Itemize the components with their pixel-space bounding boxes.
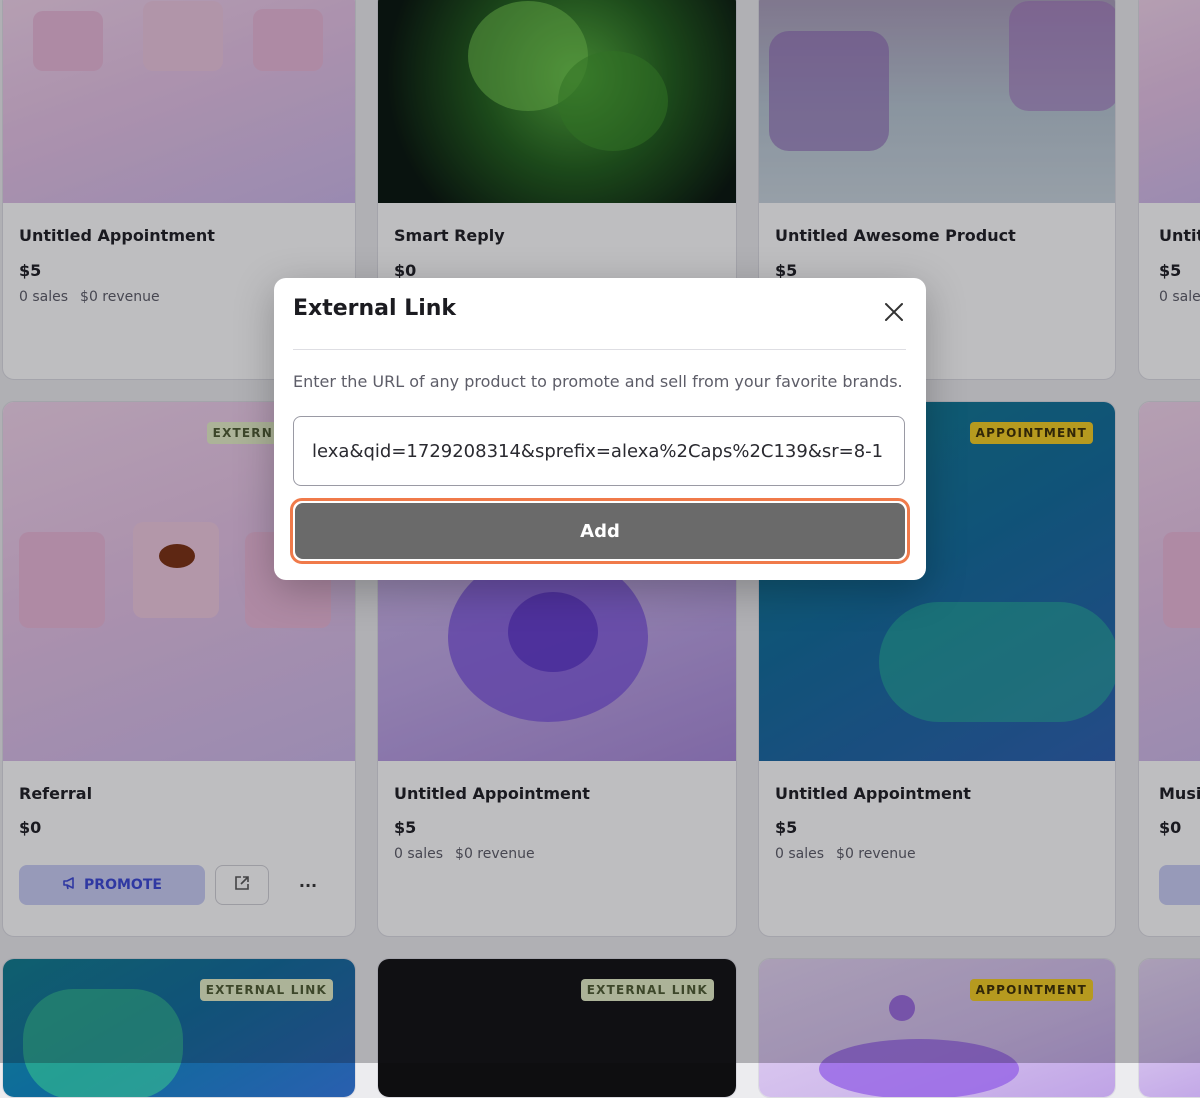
- modal-title: External Link: [293, 296, 457, 321]
- divider: [293, 349, 906, 350]
- add-button[interactable]: Add: [295, 503, 905, 559]
- add-button-focus-ring: Add: [290, 498, 910, 564]
- url-input[interactable]: [293, 416, 905, 486]
- external-link-modal: External Link Enter the URL of any produ…: [274, 278, 926, 580]
- close-button[interactable]: [880, 300, 908, 328]
- modal-description: Enter the URL of any product to promote …: [293, 372, 903, 391]
- close-icon: [884, 302, 904, 326]
